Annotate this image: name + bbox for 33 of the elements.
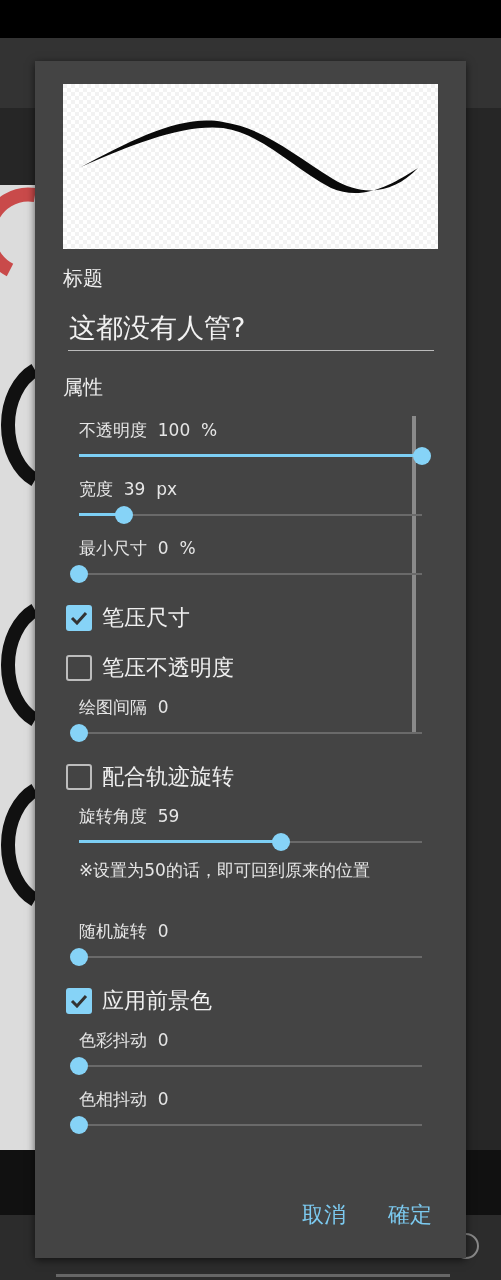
title-field[interactable]: 这都没有人管? xyxy=(68,304,434,351)
slider-label: 绘图间隔 0 xyxy=(79,696,169,719)
slider-thumb[interactable] xyxy=(70,724,88,742)
checkbox-label: 配合轨迹旋转 xyxy=(102,763,234,791)
checkbox-label: 笔压不透明度 xyxy=(102,654,234,682)
slider-thumb[interactable] xyxy=(70,1116,88,1134)
section-label: 属性 xyxy=(63,374,104,401)
slider-thumb[interactable] xyxy=(272,833,291,851)
checkbox-label: 应用前景色 xyxy=(102,987,212,1015)
slider-thumb[interactable] xyxy=(114,506,133,524)
confirm-button[interactable]: 確定 xyxy=(388,1200,432,1230)
slider-label: 不透明度 100 % xyxy=(79,419,218,442)
checkbox-label: 笔压尺寸 xyxy=(102,604,190,632)
slider-label: 随机旋转 0 xyxy=(79,920,169,943)
checkbox[interactable] xyxy=(66,988,92,1014)
slider-thumb[interactable] xyxy=(70,565,88,583)
check-icon xyxy=(70,994,88,1008)
slider-thumb[interactable] xyxy=(70,948,88,966)
slider-label: 最小尺寸 0 % xyxy=(79,537,196,560)
slider-thumb[interactable] xyxy=(70,1057,88,1075)
cancel-button[interactable]: 取消 xyxy=(302,1200,346,1230)
slider-label: 色彩抖动 0 xyxy=(79,1029,169,1052)
checkbox[interactable] xyxy=(66,655,92,681)
slider-label: 宽度 39 px xyxy=(79,478,178,501)
scrollbar[interactable] xyxy=(412,416,416,733)
slider-thumb[interactable] xyxy=(413,447,431,465)
slider-label: 色相抖动 0 xyxy=(79,1088,169,1111)
checkbox[interactable] xyxy=(66,764,92,790)
title-label: 标题 xyxy=(63,265,104,292)
checkbox[interactable] xyxy=(66,605,92,631)
check-icon xyxy=(70,611,88,625)
slider-label: 旋转角度 59 xyxy=(79,805,180,828)
hint-text: ※设置为50的话，即可回到原来的位置 xyxy=(79,859,370,882)
